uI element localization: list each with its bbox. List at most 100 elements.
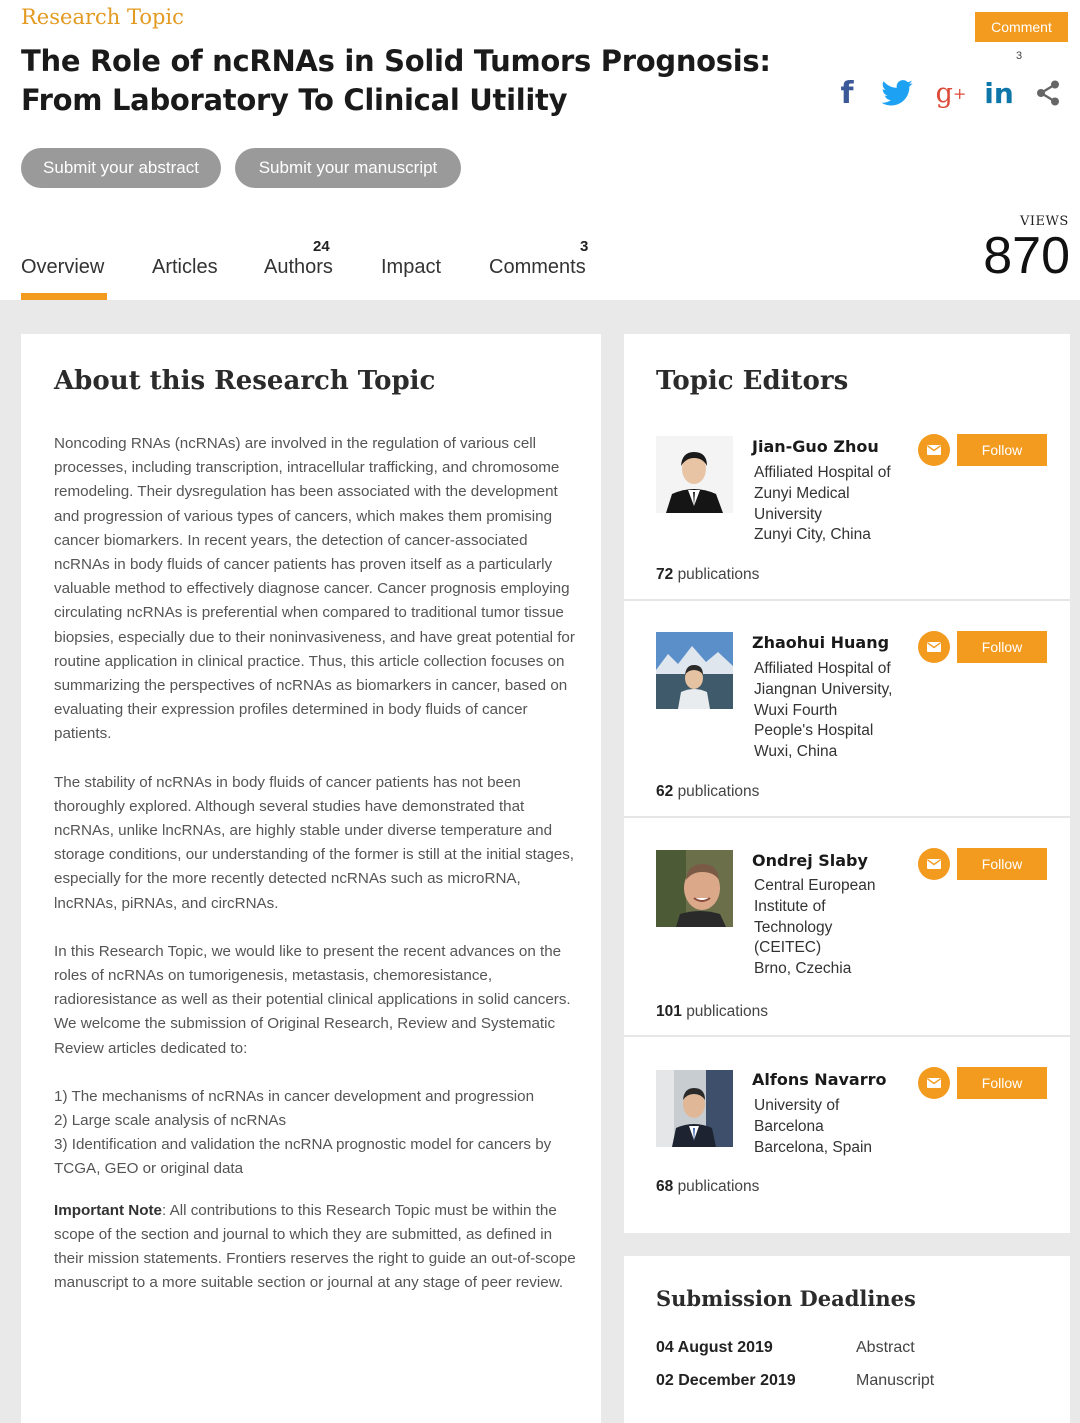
affiliation-line: Zunyi City, China: [754, 526, 871, 544]
tab-overview[interactable]: Overview: [21, 256, 104, 279]
facebook-icon[interactable]: f: [834, 76, 860, 111]
about-paragraph: In this Research Topic, we would like to…: [54, 942, 571, 1057]
tab-articles[interactable]: Articles: [152, 256, 218, 279]
mail-icon: [927, 445, 941, 455]
follow-button[interactable]: Follow: [957, 631, 1047, 663]
publications-number: 101: [656, 1003, 682, 1020]
tab-comments[interactable]: Comments: [489, 256, 586, 279]
mail-icon: [927, 1078, 941, 1088]
affiliation-line: Central European: [754, 877, 876, 894]
mail-icon: [927, 642, 941, 652]
deadline-date: 04 August 2019: [656, 1339, 773, 1356]
follow-button[interactable]: Follow: [957, 1067, 1047, 1099]
avatar[interactable]: [656, 436, 733, 513]
about-body: Noncoding RNAs (ncRNAs) are involved in …: [54, 432, 576, 1320]
editor-affiliation: Affiliated Hospital of Zunyi Medical Uni…: [754, 463, 914, 546]
affiliation-line: (CEITEC): [754, 939, 822, 957]
tab-impact[interactable]: Impact: [381, 256, 441, 279]
affiliation-line: People's Hospital: [754, 722, 874, 740]
about-title: About this Research Topic: [54, 366, 436, 396]
editor-name[interactable]: Jian-Guo Zhou: [752, 437, 879, 456]
editor-affiliation: University of Barcelona Barcelona, Spain: [754, 1096, 914, 1158]
publications-number: 72: [656, 566, 674, 583]
avatar[interactable]: [656, 632, 733, 709]
about-paragraph: Noncoding RNAs (ncRNAs) are involved in …: [54, 435, 575, 743]
google-plus-plus: +: [952, 83, 967, 103]
publications-label: publications: [686, 1003, 769, 1020]
affiliation-line: Affiliated Hospital of: [754, 660, 891, 677]
active-tab-indicator: [21, 293, 107, 300]
divider: [624, 599, 1070, 601]
tab-authors-count: 24: [313, 238, 330, 255]
email-button[interactable]: [918, 848, 950, 880]
affiliation-line: Brno, Czechia: [754, 960, 852, 978]
submission-deadlines-card: Submission Deadlines 04 August 2019 Abst…: [624, 1256, 1070, 1423]
google-plus-letter: g: [935, 77, 953, 109]
topic-editors-title: Topic Editors: [656, 366, 849, 396]
page-title-line-2: From Laboratory To Clinical Utility: [21, 83, 568, 117]
affiliation-line: Wuxi, China: [754, 743, 838, 761]
email-button[interactable]: [918, 434, 950, 466]
affiliation-line: University of: [754, 1097, 840, 1114]
tab-authors[interactable]: Authors: [264, 256, 333, 279]
editor-name[interactable]: Alfons Navarro: [752, 1070, 887, 1089]
divider: [624, 1035, 1070, 1037]
publications-label: publications: [677, 1178, 760, 1195]
email-button[interactable]: [918, 1067, 950, 1099]
deadline-type: Abstract: [856, 1339, 915, 1356]
affiliation-line: Institute of: [754, 897, 826, 915]
affiliation-line: Barcelona: [754, 1117, 824, 1135]
affiliation-line: Zunyi Medical: [754, 484, 850, 502]
deadline-date: 02 December 2019: [656, 1372, 796, 1389]
publications-number: 68: [656, 1178, 674, 1195]
publications-count: 101 publications: [656, 1003, 768, 1021]
affiliation-line: Barcelona, Spain: [754, 1138, 873, 1156]
follow-button[interactable]: Follow: [957, 848, 1047, 880]
editor-name[interactable]: Zhaohui Huang: [752, 633, 889, 652]
publications-count: 72 publications: [656, 566, 759, 584]
affiliation-line: Wuxi Fourth: [754, 701, 838, 719]
page-title-line-1: The Role of ncRNAs in Solid Tumors Progn…: [21, 44, 771, 78]
affiliation-line: Jiangnan University,: [754, 680, 893, 698]
important-note-label: Important Note: [54, 1201, 162, 1219]
follow-button[interactable]: Follow: [957, 434, 1047, 466]
mail-icon: [927, 859, 941, 869]
deadline-type: Manuscript: [856, 1372, 935, 1389]
publications-number: 62: [656, 783, 674, 800]
google-plus-icon[interactable]: g +: [933, 76, 969, 110]
twitter-icon[interactable]: [880, 76, 914, 110]
comment-count: 3: [1016, 50, 1023, 62]
publications-count: 68 publications: [656, 1178, 759, 1196]
publications-label: publications: [677, 783, 760, 800]
research-topic-label: Research Topic: [21, 5, 184, 29]
list-item: 3) Identification and validation the ncR…: [54, 1136, 552, 1178]
comment-button[interactable]: Comment: [975, 12, 1068, 42]
topic-header: Research Topic The Role of ncRNAs in Sol…: [0, 0, 1080, 300]
avatar[interactable]: [656, 1070, 733, 1147]
views-count: 870: [983, 227, 1070, 285]
affiliation-line: Technology: [754, 918, 833, 936]
page-title: The Role of ncRNAs in Solid Tumors Progn…: [21, 42, 781, 120]
share-icon[interactable]: [1034, 76, 1062, 110]
affiliation-line: University: [754, 505, 823, 523]
deadlines-title: Submission Deadlines: [656, 1286, 916, 1311]
editor-affiliation: Affiliated Hospital of Jiangnan Universi…: [754, 659, 914, 763]
important-note: Important Note: All contributions to thi…: [54, 1199, 576, 1296]
publications-label: publications: [677, 566, 760, 583]
about-card: About this Research Topic Noncoding RNAs…: [21, 334, 601, 1423]
email-button[interactable]: [918, 631, 950, 663]
tab-comments-count: 3: [580, 238, 589, 255]
editor-affiliation: Central European Institute of Technology…: [754, 876, 914, 980]
publications-count: 62 publications: [656, 783, 759, 801]
about-list: 1) The mechanisms of ncRNAs in cancer de…: [54, 1085, 576, 1182]
divider: [624, 816, 1070, 818]
submit-manuscript-button[interactable]: Submit your manuscript: [235, 148, 461, 188]
topic-editors-card: Topic Editors Jian-Guo Zhou Affiliated H…: [624, 334, 1070, 1233]
editor-name[interactable]: Ondrej Slaby: [752, 851, 868, 870]
list-item: 2) Large scale analysis of ncRNAs: [54, 1112, 287, 1130]
list-item: 1) The mechanisms of ncRNAs in cancer de…: [54, 1087, 535, 1105]
linkedin-icon[interactable]: in: [982, 76, 1016, 110]
affiliation-line: Affiliated Hospital of: [754, 464, 891, 481]
submit-abstract-button[interactable]: Submit your abstract: [21, 148, 221, 188]
avatar[interactable]: [656, 850, 733, 927]
